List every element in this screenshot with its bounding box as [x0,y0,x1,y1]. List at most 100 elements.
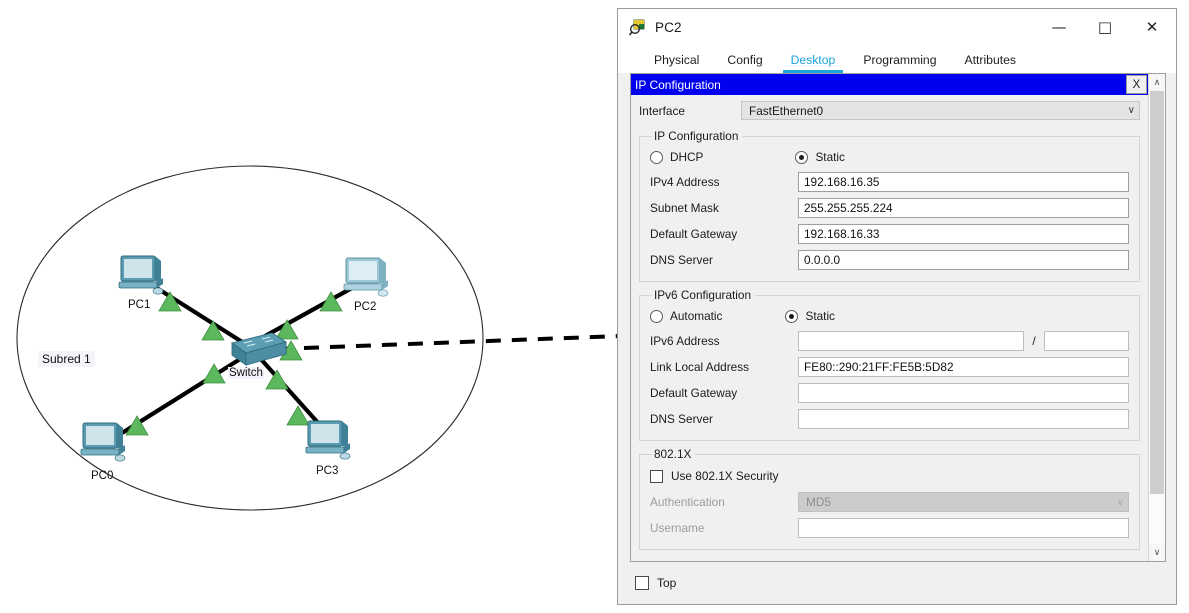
subnet-label: Subred 1 [38,351,95,367]
chevron-down-icon: ∨ [1127,105,1135,116]
ip-configuration-close-button[interactable]: X [1126,75,1147,94]
scroll-down-arrow-icon[interactable]: ∨ [1149,544,1165,561]
scrollbar-thumb[interactable] [1150,91,1164,495]
network-topology-canvas[interactable]: PC1 PC2 PC0 PC3 Switch Subred 1 [0,0,620,613]
tab-attributes[interactable]: Attributes [951,53,1030,73]
link-local-address-label: Link Local Address [650,360,750,374]
device-icon-pc3 [305,420,351,460]
tab-config[interactable]: Config [713,53,776,73]
window-title: PC2 [655,20,682,35]
ipv6-prefix-separator: / [1032,334,1036,348]
static-ipv4-radio[interactable] [795,150,809,164]
tab-desktop[interactable]: Desktop [777,53,850,73]
ipv4-dns-server-input[interactable]: 0.0.0.0 [798,250,1129,270]
tab-programming[interactable]: Programming [849,53,950,73]
ipv6-dns-server-row: DNS Server [650,406,1129,432]
ipv4-mode-row: DHCP Static [650,145,1129,169]
interface-row: Interface FastEthernet0 ∨ [639,98,1140,123]
ipv4-configuration-group: IP Configuration DHCP Static IPv4 Addres… [639,129,1140,282]
ipv4-dns-server-label: DNS Server [650,253,713,267]
device-icon-pc0 [80,422,126,462]
window-controls: — □ ✕ [1036,9,1176,46]
ipv4-dns-server-row: DNS Server 0.0.0.0 [650,247,1129,273]
use-dot1x-security-row: Use 802.1X Security [650,463,1129,489]
device-icon-pc1 [118,255,164,295]
desktop-scroll-area: IP Configuration X Interface FastEtherne… [631,74,1148,561]
ipv6-address-input[interactable] [798,331,1024,351]
dot1x-legend: 802.1X [654,447,692,461]
top-checkbox-label: Top [657,576,677,590]
link-status-triangle [265,369,289,390]
ipv6-prefix-length-input[interactable] [1044,331,1129,351]
device-label-pc3: PC3 [316,465,339,477]
static-ipv6-radio-label: Static [805,309,835,323]
dot1x-group: 802.1X Use 802.1X Security Authenticatio… [639,447,1140,550]
link-switch-pc3 [257,355,322,427]
ip-configuration-body: Interface FastEthernet0 ∨ IP Configurati… [631,95,1148,561]
device-label-pc0: PC0 [91,470,114,482]
device-label-pc2: PC2 [354,301,377,313]
username-row: Username [650,515,1129,541]
ipv4-address-label: IPv4 Address [650,175,720,189]
interface-label: Interface [639,103,685,118]
scrollbar-track[interactable] [1149,91,1165,544]
ipv4-default-gateway-input[interactable]: 192.168.16.33 [798,224,1129,244]
desktop-panel: IP Configuration X Interface FastEtherne… [630,73,1166,562]
scroll-up-arrow-icon[interactable]: ∧ [1149,74,1165,91]
use-dot1x-security-label: Use 802.1X Security [671,469,779,483]
subnet-boundary-ellipse [16,165,484,511]
username-input[interactable] [798,518,1129,538]
ipv4-default-gateway-label: Default Gateway [650,227,738,241]
ipv6-mode-row: Automatic Static [650,304,1129,328]
automatic-radio-label: Automatic [670,309,723,323]
interface-select-value: FastEthernet0 [749,103,824,118]
dhcp-radio[interactable] [650,150,663,164]
ipv6-configuration-legend: IPv6 Configuration [654,288,752,302]
link-local-address-row: Link Local Address FE80::290:21FF:FE5B:5… [650,354,1129,380]
topology-svg [16,165,620,511]
top-checkbox[interactable] [635,576,649,590]
desktop-panel-inner: IP Configuration X Interface FastEtherne… [631,74,1165,561]
ip-configuration-titlebar: IP Configuration X [631,74,1148,95]
pc2-device-window[interactable]: PC2 — □ ✕ Physical Config Desktop Progra… [617,8,1177,605]
authentication-row: Authentication MD5 ∨ [650,489,1129,515]
tab-physical[interactable]: Physical [640,53,713,73]
close-button[interactable]: ✕ [1128,9,1176,46]
window-footer: Top [618,562,1176,604]
maximize-button[interactable]: □ [1082,9,1128,46]
link-switch-pc1 [150,283,249,347]
desktop-vertical-scrollbar[interactable]: ∧ ∨ [1148,74,1165,561]
ipv6-dns-server-input[interactable] [798,409,1129,429]
link-switch-pc2 [256,286,354,342]
minimize-button[interactable]: — [1036,9,1082,46]
ipv6-configuration-group: IPv6 Configuration Automatic Static IPv6… [639,288,1140,441]
link-status-triangle [202,363,226,384]
ipv6-address-row: IPv6 Address / [650,328,1129,354]
dhcp-radio-label: DHCP [670,150,704,164]
ipv4-configuration-legend: IP Configuration [654,129,739,143]
ipv6-default-gateway-row: Default Gateway [650,380,1129,406]
screenshot-root: PC1 PC2 PC0 PC3 Switch Subred 1 PC2 — □ … [0,0,1189,613]
subnet-mask-row: Subnet Mask 255.255.255.224 [650,195,1129,221]
ipv4-default-gateway-row: Default Gateway 192.168.16.33 [650,221,1129,247]
ipv6-default-gateway-input[interactable] [798,383,1129,403]
subnet-mask-input[interactable]: 255.255.255.224 [798,198,1129,218]
ipv6-dns-server-label: DNS Server [650,412,713,426]
ip-configuration-window: IP Configuration X Interface FastEtherne… [631,74,1148,561]
use-dot1x-security-checkbox[interactable] [650,469,663,483]
ipv6-default-gateway-label: Default Gateway [650,386,738,400]
device-tab-bar[interactable]: Physical Config Desktop Programming Attr… [618,46,1176,73]
ipv4-address-input[interactable]: 192.168.16.35 [798,172,1129,192]
authentication-select[interactable]: MD5 ∨ [798,492,1129,512]
device-icon-switch [230,332,288,366]
ipv4-address-row: IPv4 Address 192.168.16.35 [650,169,1129,195]
device-label-pc1: PC1 [128,299,151,311]
static-ipv6-radio[interactable] [785,309,799,323]
username-label: Username [650,521,705,535]
interface-select[interactable]: FastEthernet0 ∨ [741,101,1140,120]
automatic-radio[interactable] [650,309,663,323]
link-local-address-input[interactable]: FE80::290:21FF:FE5B:5D82 [798,357,1129,377]
packet-tracer-device-icon [628,19,646,36]
chevron-down-icon: ∨ [1116,496,1124,508]
ip-configuration-title: IP Configuration [635,77,721,92]
